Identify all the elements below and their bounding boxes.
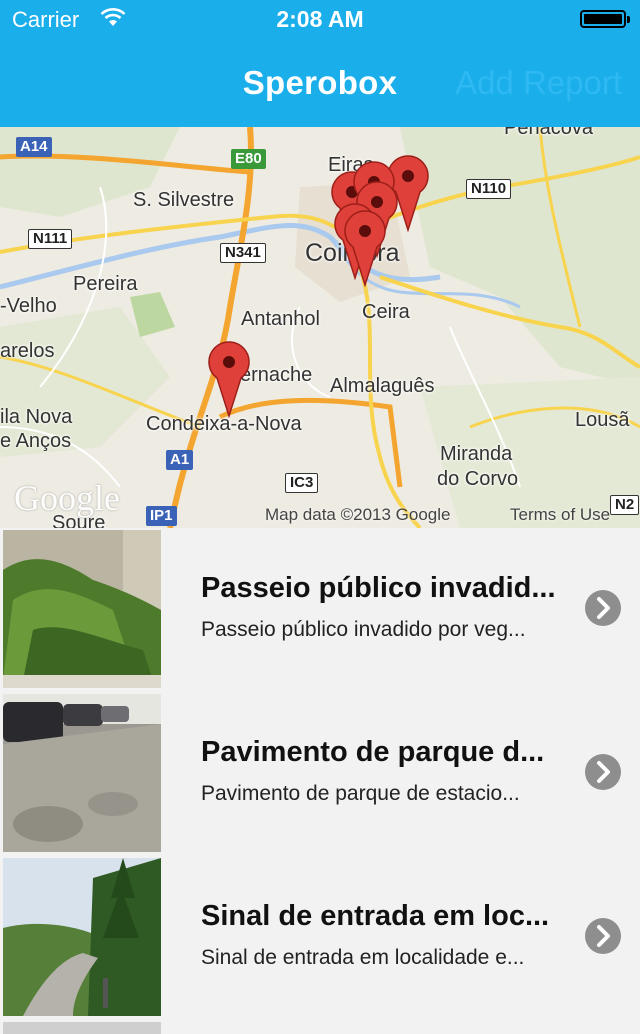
map-label-velho: -Velho: [0, 295, 57, 317]
map-label-do-corvo: do Corvo: [437, 468, 519, 490]
road-shield-n111: N111: [28, 229, 73, 249]
list-item[interactable]: Pavimento de parque d... Pavimento de pa…: [0, 692, 640, 856]
map-label-antanhol: Antanhol: [241, 308, 320, 330]
chevron-right-icon[interactable]: [585, 918, 621, 954]
report-thumbnail: [3, 530, 161, 688]
road-shield-n341: N341: [220, 243, 266, 263]
list-item[interactable]: [0, 1020, 640, 1034]
list-item[interactable]: Sinal de entrada em loc... Sinal de entr…: [0, 856, 640, 1020]
map-label-lousa: Lousã: [575, 409, 630, 431]
road-shield-e80: E80: [231, 149, 266, 169]
terms-of-use-link[interactable]: Terms of Use: [510, 505, 610, 525]
report-title: Pavimento de parque d...: [201, 736, 545, 768]
status-time: 2:08 AM: [276, 6, 364, 32]
google-logo: Google: [14, 478, 120, 518]
report-subtitle: Pavimento de parque de estacio...: [201, 782, 520, 805]
map-label-arelos: arelos: [0, 340, 55, 362]
map-label-miranda: Miranda: [440, 443, 513, 465]
map-attribution: Map data ©2013 Google: [265, 505, 451, 524]
add-report-button[interactable]: Add Report: [455, 64, 622, 102]
report-thumbnail: [3, 858, 161, 1016]
navigation-bar: Carrier 2:08 AM Sperobox Add Report: [0, 0, 640, 127]
chevron-right-icon[interactable]: [585, 754, 621, 790]
report-list: Passeio público invadid... Passeio públi…: [0, 528, 640, 1034]
road-shield-ip1: IP1: [146, 506, 177, 526]
road-shield-n2: N2: [610, 495, 640, 515]
road-shield-a14: A14: [16, 137, 52, 157]
map-label-ila-nova: ila Nova: [0, 406, 73, 428]
road-shield-a1: A1: [166, 450, 194, 470]
road-shield-ic3: IC3: [285, 473, 319, 493]
map-label-ceira: Ceira: [362, 301, 410, 323]
map-terrain: [0, 127, 640, 528]
report-subtitle: Sinal de entrada em localidade e...: [201, 946, 525, 969]
report-thumbnail: [3, 694, 161, 852]
chevron-right-icon[interactable]: [585, 590, 621, 626]
map-label-pereira: Pereira: [73, 273, 138, 295]
list-item[interactable]: Passeio público invadid... Passeio públi…: [0, 528, 640, 692]
report-title: Sinal de entrada em loc...: [201, 900, 550, 932]
map-pin-icon[interactable]: [343, 209, 387, 287]
map-label-s-silvestre: S. Silvestre: [133, 189, 235, 211]
map-view[interactable]: S. Silvestre Eiras Penacova Coimbra Pere…: [0, 127, 640, 528]
report-thumbnail: [3, 1022, 161, 1034]
report-subtitle: Passeio público invadido por veg...: [201, 618, 526, 641]
map-label-penacova: Penacova: [504, 127, 593, 139]
map-pin-icon[interactable]: [207, 340, 251, 418]
road-shield-n110: N110: [466, 179, 512, 199]
map-label-almalagues: Almalaguês: [330, 375, 435, 397]
battery-icon: [580, 10, 630, 28]
report-title: Passeio público invadid...: [201, 572, 556, 604]
status-bar: Carrier 2:08 AM: [0, 0, 640, 40]
map-label-e-ancos: e Anços: [0, 430, 72, 452]
